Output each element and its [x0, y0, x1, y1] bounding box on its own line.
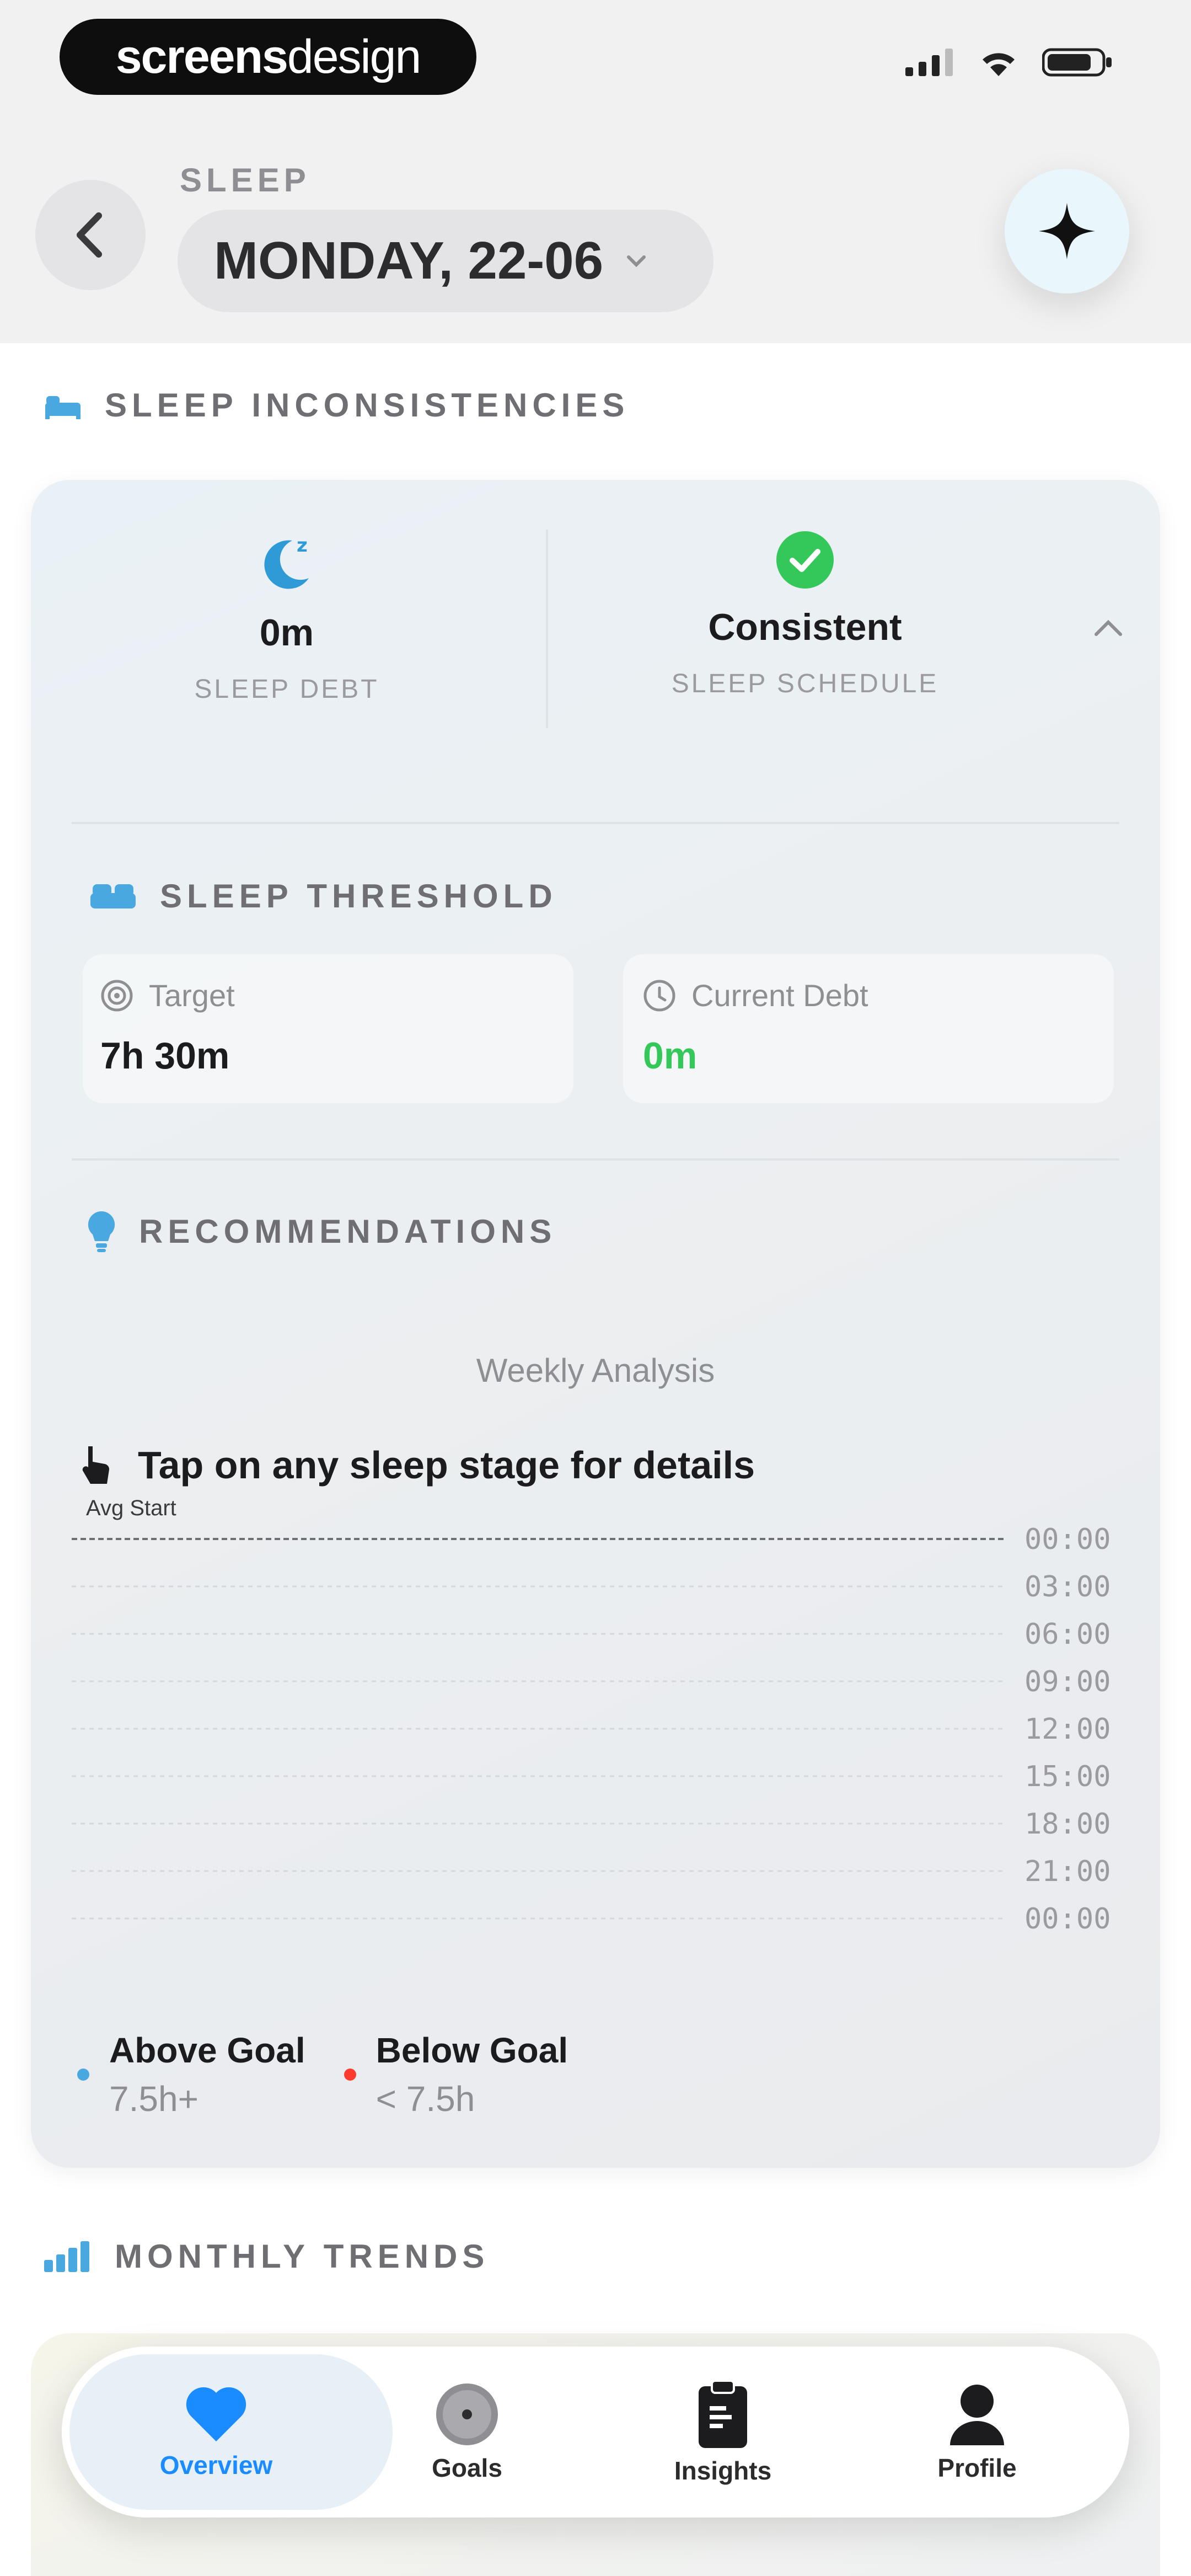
monthly-trends-title: MONTHLY TRENDS [115, 2238, 490, 2275]
chart-y-tick-label: 15:00 [1024, 1760, 1111, 1793]
monthly-trends-header: MONTHLY TRENDS [43, 2237, 489, 2275]
legend-below-goal: Below Goal < 7.5h [344, 2030, 568, 2119]
chart-y-tick-label: 00:00 [1024, 1902, 1111, 1936]
sleep-inconsistencies-header: SLEEP INCONSISTENCIES [43, 386, 629, 424]
sleep-debt-metric: z 0m SLEEP DEBT [66, 530, 507, 704]
sleep-schedule-metric: Consistent SLEEP SCHEDULE [584, 530, 1026, 699]
sleep-threshold-header: SLEEP THRESHOLD [88, 877, 557, 915]
metric-divider [546, 530, 548, 728]
chart-y-tick-label: 21:00 [1024, 1855, 1111, 1888]
bar-chart-icon [44, 2241, 89, 2272]
sleep-schedule-value: Consistent [708, 606, 902, 648]
brand-logo: screens design [60, 19, 476, 95]
chart-y-tick-label: 06:00 [1024, 1618, 1111, 1651]
brand-logo-light: design [287, 30, 421, 83]
legend-dot-above [77, 2069, 89, 2081]
recommendations-title: RECOMMENDATIONS [139, 1212, 557, 1250]
tab-overview[interactable]: Overview [122, 2347, 310, 2518]
back-button[interactable] [35, 180, 146, 290]
tap-hint-text: Tap on any sleep stage for details [138, 1444, 755, 1487]
legend-above-goal: Above Goal 7.5h+ [77, 2030, 305, 2119]
chart-y-tick-label: 09:00 [1024, 1665, 1111, 1698]
tab-profile[interactable]: Profile [883, 2347, 1071, 2518]
sleep-inconsistencies-title: SLEEP INCONSISTENCIES [105, 387, 630, 424]
chevron-up-icon [1095, 619, 1122, 636]
page-kicker: SLEEP [180, 162, 310, 199]
target-value: 7h 30m [100, 1035, 230, 1077]
target-label: Target [149, 978, 235, 1013]
checkmark-circle-icon [776, 531, 834, 589]
heart-icon [186, 2387, 246, 2441]
chart-y-tick-label: 12:00 [1024, 1713, 1111, 1746]
lightbulb-icon [88, 1211, 115, 1252]
legend-below-title: Below Goal [375, 2030, 568, 2070]
bed-icon [45, 396, 81, 419]
chart-y-tick-label: 03:00 [1024, 1570, 1111, 1604]
chevron-left-icon [77, 212, 102, 258]
sleep-debt-label: SLEEP DEBT [194, 675, 379, 704]
signal-icon [905, 49, 953, 76]
status-icons [905, 47, 1114, 77]
chart-caption: Weekly Analysis [476, 1352, 715, 1389]
recommendations-header: RECOMMENDATIONS [86, 1209, 556, 1253]
brand-logo-bold: screens [115, 30, 288, 83]
clipboard-icon [699, 2380, 747, 2448]
current-debt-value: 0m [643, 1035, 698, 1077]
svg-text:z: z [297, 535, 308, 557]
legend-below-sub: < 7.5h [375, 2079, 475, 2119]
legend-above-title: Above Goal [109, 2030, 305, 2070]
tab-insights[interactable]: Insights [629, 2347, 817, 2518]
avg-start-label: Avg Start [86, 1496, 176, 1520]
legend-dot-below [344, 2069, 356, 2081]
current-debt-label-row: Current Debt [643, 977, 868, 1013]
tap-hint: Tap on any sleep stage for details [77, 1443, 755, 1487]
card-divider [72, 822, 1119, 824]
moon-icon: z [264, 535, 309, 589]
collapse-toggle[interactable] [1092, 617, 1125, 642]
chart-y-tick-label: 00:00 [1024, 1523, 1111, 1556]
date-selector[interactable]: MONDAY, 22-06 [178, 210, 714, 312]
current-debt-label: Current Debt [691, 978, 868, 1013]
current-debt-item: Current Debt 0m [643, 977, 868, 1077]
tab-goals-label: Goals [432, 2454, 502, 2482]
weekly-sleep-chart[interactable]: 00:00 03:00 06:00 09:00 12:00 15:00 18:00 21:00… [72, 1522, 1119, 1942]
chart-y-tick-label: 18:00 [1024, 1808, 1111, 1841]
ai-assistant-button[interactable] [1005, 169, 1129, 293]
legend-above-sub: 7.5h+ [109, 2079, 198, 2119]
battery-icon [1042, 48, 1112, 77]
person-icon [950, 2385, 1004, 2445]
target-item: Target 7h 30m [100, 977, 235, 1077]
sleep-schedule-label: SLEEP SCHEDULE [671, 669, 939, 698]
pointer-hand-icon [82, 1446, 110, 1484]
tab-overview-label: Overview [159, 2451, 273, 2479]
tab-insights-label: Insights [674, 2456, 772, 2485]
sparkle-icon [1039, 203, 1095, 259]
bottom-tab-bar: Overview Goals Insights Profile [62, 2347, 1129, 2518]
wifi-icon [983, 53, 1015, 76]
card-divider [72, 1158, 1119, 1161]
tab-goals[interactable]: Goals [373, 2347, 561, 2518]
target-icon [101, 980, 133, 1011]
target-label-row: Target [100, 977, 235, 1013]
clock-icon [643, 980, 675, 1011]
sleep-threshold-title: SLEEP THRESHOLD [160, 878, 557, 915]
tab-profile-label: Profile [937, 2454, 1017, 2482]
date-label: MONDAY, 22-06 [214, 231, 604, 290]
chart-legend: Above Goal 7.5h+ Below Goal < 7.5h [77, 2030, 568, 2119]
bed-icon [90, 884, 136, 908]
sleep-debt-value: 0m [259, 612, 314, 654]
chevron-down-icon [627, 255, 646, 268]
target-icon [436, 2383, 498, 2445]
